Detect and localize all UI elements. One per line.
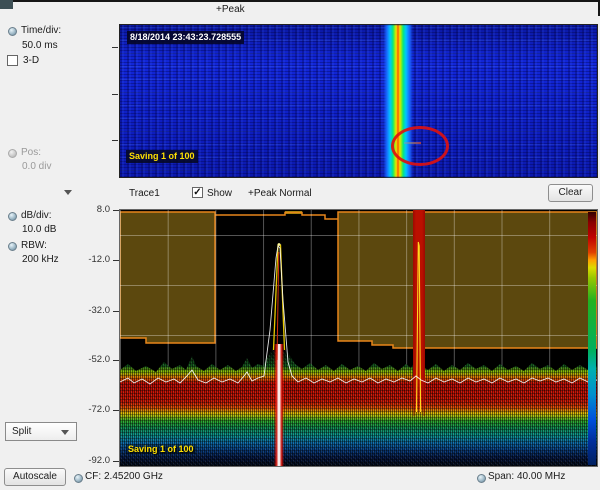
y-axis-label: 8.0 xyxy=(76,204,110,216)
time-div-value[interactable]: 50.0 ms xyxy=(22,40,58,52)
signal-analyzer-window: +Peak Time/div: 50.0 ms 3-D Pos: 0.0 div… xyxy=(0,0,600,490)
clear-button[interactable]: Clear xyxy=(548,184,593,202)
time-axis-tick xyxy=(112,94,118,95)
rbw-icon xyxy=(8,242,17,251)
trace-name[interactable]: Trace1 xyxy=(129,188,160,200)
dropdown-chevron-icon xyxy=(61,430,69,435)
rbw-label[interactable]: RBW: xyxy=(21,240,47,252)
cf-label[interactable]: CF: xyxy=(85,471,101,483)
spectrum-saving-status: Saving 1 of 100 xyxy=(126,444,196,454)
detector-mode-label: +Peak Normal xyxy=(248,188,312,200)
db-div-icon xyxy=(8,212,17,221)
trace-lines-layer xyxy=(120,210,597,466)
time-axis-tick xyxy=(112,47,118,48)
cf-icon xyxy=(74,474,83,483)
red-circle-annotation xyxy=(391,126,449,166)
time-div-label[interactable]: Time/div: xyxy=(21,25,61,37)
span-label[interactable]: Span: xyxy=(488,471,514,483)
threed-label[interactable]: 3-D xyxy=(23,55,39,67)
span-icon xyxy=(477,474,486,483)
y-axis-label: -92.0 xyxy=(76,455,110,467)
db-div-label[interactable]: dB/div: xyxy=(21,210,52,222)
threed-checkbox[interactable] xyxy=(7,55,18,66)
spectrogram-timestamp: 8/18/2014 23:43:23.728555 xyxy=(127,31,244,44)
window-corner-tab xyxy=(0,0,13,9)
rbw-value[interactable]: 200 kHz xyxy=(22,254,59,266)
y-axis-label: -12.0 xyxy=(76,254,110,266)
checkmark-icon: ✓ xyxy=(193,187,201,198)
pos-value: 0.0 div xyxy=(22,161,51,173)
split-view-dropdown[interactable]: Split xyxy=(5,422,77,441)
autoscale-button[interactable]: Autoscale xyxy=(4,468,66,486)
pos-label: Pos: xyxy=(21,147,41,159)
window-top-edge xyxy=(0,0,600,2)
span-value[interactable]: 40.00 MHz xyxy=(517,471,565,483)
time-axis-tick xyxy=(112,140,118,141)
cf-value[interactable]: 2.45200 GHz xyxy=(104,471,163,483)
trace-detector-title: +Peak xyxy=(216,4,245,16)
y-axis-label: -72.0 xyxy=(76,404,110,416)
show-label[interactable]: Show xyxy=(207,188,232,200)
trace-collapse-chevron-icon[interactable] xyxy=(64,190,72,195)
split-view-value: Split xyxy=(12,426,31,437)
time-div-icon xyxy=(8,27,17,36)
dpx-density-colorbar xyxy=(588,212,596,465)
y-axis-label: -32.0 xyxy=(76,305,110,317)
y-axis-label: -52.0 xyxy=(76,354,110,366)
db-div-value[interactable]: 10.0 dB xyxy=(22,224,56,236)
show-checkbox[interactable]: ✓ xyxy=(192,187,203,198)
pos-icon xyxy=(8,149,17,158)
spectrogram-plot[interactable]: 8/18/2014 23:43:23.728555 Saving 1 of 10… xyxy=(119,24,598,178)
spectrogram-saving-status: Saving 1 of 100 xyxy=(126,150,198,163)
spectrum-plot[interactable]: Saving 1 of 100 xyxy=(119,209,598,467)
